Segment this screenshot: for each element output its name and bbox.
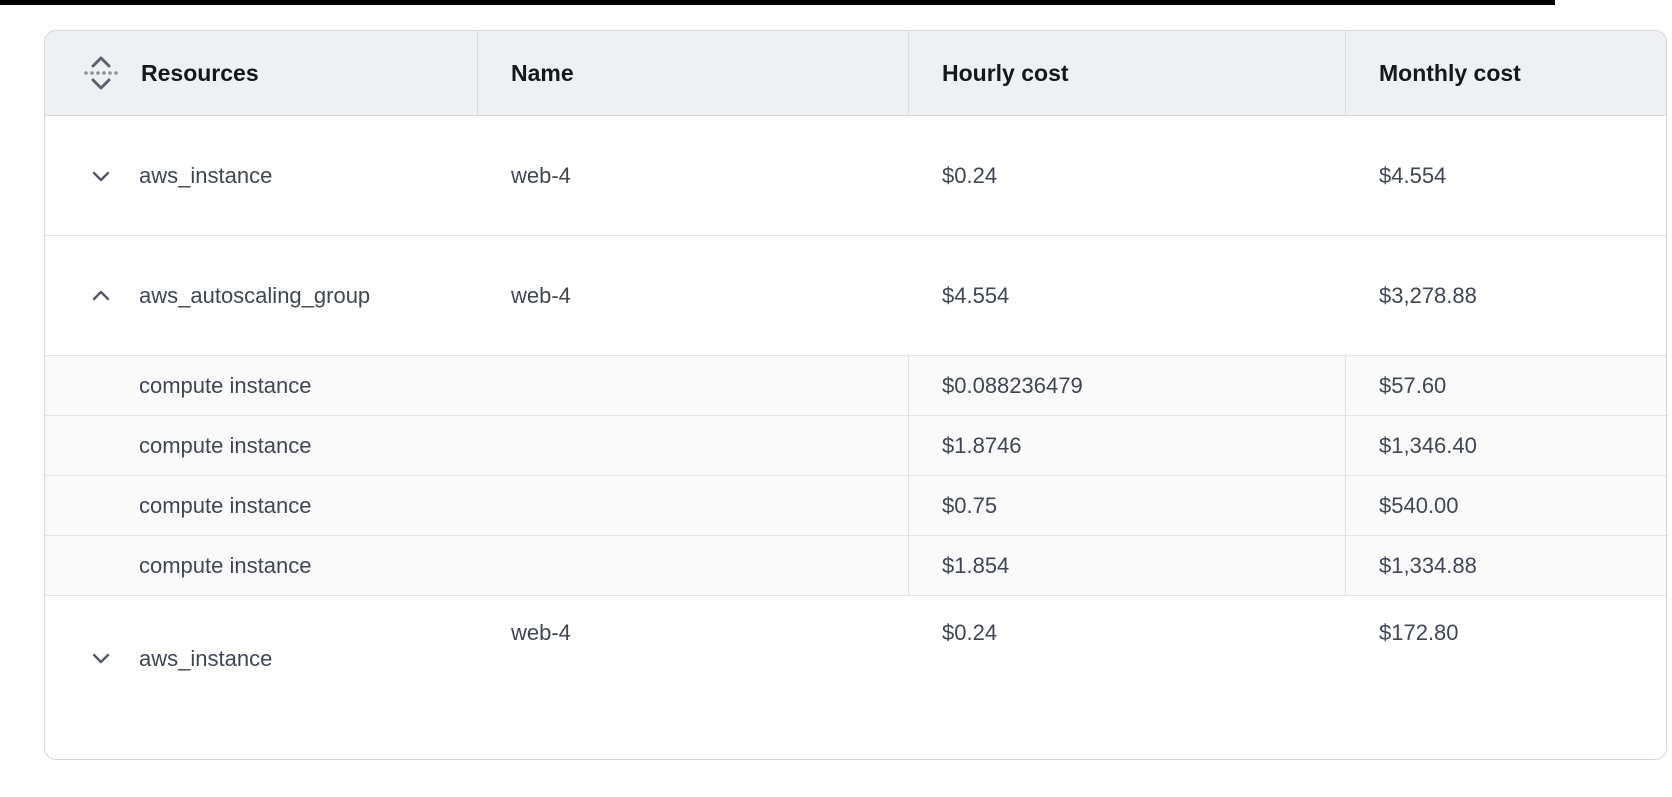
column-label-monthly-cost: Monthly cost [1379,60,1521,87]
hourly-cost-value: $1.8746 [942,433,1022,459]
resource-label: aws_instance [139,163,272,189]
name-value: web-4 [511,163,571,189]
monthly-cost-value: $540.00 [1379,493,1459,519]
name-cell: web-4 [478,236,909,355]
sub-resource-row[interactable]: compute instance $0.088236479 $57.60 [45,356,1666,416]
table-header-row: Resources Name Hourly cost Monthly cost [45,31,1666,116]
resource-cell: aws_autoscaling_group [45,236,478,355]
table-row[interactable]: aws_instance web-4 $0.24 $172.80 [45,596,1666,760]
chevron-down-icon[interactable] [89,646,113,670]
hourly-cost-cell: $0.24 [909,596,1346,760]
drag-reorder-icon[interactable] [83,53,119,93]
hourly-cost-value: $4.554 [942,283,1009,309]
name-value: web-4 [511,620,571,646]
header-cell-hourly-cost[interactable]: Hourly cost [909,31,1346,115]
header-cell-resources[interactable]: Resources [45,31,478,115]
sub-resource-cell: compute instance [45,356,909,415]
monthly-cost-value: $4.554 [1379,163,1446,189]
monthly-cost-cell: $3,278.88 [1346,236,1666,355]
hourly-cost-value: $0.088236479 [942,373,1083,399]
sub-resource-row[interactable]: compute instance $1.854 $1,334.88 [45,536,1666,596]
sub-resource-cell: compute instance [45,476,909,535]
sub-resource-label: compute instance [139,493,311,519]
sub-resource-row[interactable]: compute instance $0.75 $540.00 [45,476,1666,536]
cost-breakdown-table: Resources Name Hourly cost Monthly cost … [44,30,1667,760]
monthly-cost-value: $3,278.88 [1379,283,1477,309]
table-row[interactable]: aws_instance web-4 $0.24 $4.554 [45,116,1666,236]
column-label-name: Name [511,60,574,87]
resource-label: aws_autoscaling_group [139,283,370,309]
monthly-cost-cell: $57.60 [1345,356,1666,415]
monthly-cost-cell: $1,346.40 [1345,416,1666,475]
monthly-cost-value: $1,346.40 [1379,433,1477,459]
sub-resource-row[interactable]: compute instance $1.8746 $1,346.40 [45,416,1666,476]
sub-resource-label: compute instance [139,553,311,579]
column-label-resources: Resources [141,60,259,87]
sub-resource-cell: compute instance [45,416,909,475]
monthly-cost-value: $172.80 [1379,620,1459,646]
resource-cell: aws_instance [45,596,478,760]
hourly-cost-cell: $0.75 [908,476,1346,535]
chevron-down-icon[interactable] [89,164,113,188]
monthly-cost-value: $57.60 [1379,373,1446,399]
hourly-cost-cell: $0.24 [909,116,1346,235]
name-cell: web-4 [478,596,909,760]
column-label-hourly-cost: Hourly cost [942,60,1069,87]
monthly-cost-cell: $4.554 [1346,116,1666,235]
resource-label: aws_instance [139,646,272,672]
chevron-up-icon[interactable] [89,284,113,308]
hourly-cost-value: $0.24 [942,163,997,189]
sub-resource-label: compute instance [139,373,311,399]
hourly-cost-cell: $1.8746 [908,416,1346,475]
sub-resource-label: compute instance [139,433,311,459]
monthly-cost-cell: $540.00 [1345,476,1666,535]
header-cell-monthly-cost[interactable]: Monthly cost [1346,31,1666,115]
table-row[interactable]: aws_autoscaling_group web-4 $4.554 $3,27… [45,236,1666,356]
hourly-cost-value: $1.854 [942,553,1009,579]
sub-resource-cell: compute instance [45,536,909,595]
monthly-cost-value: $1,334.88 [1379,553,1477,579]
monthly-cost-cell: $172.80 [1346,596,1666,760]
name-value: web-4 [511,283,571,309]
hourly-cost-cell: $0.088236479 [908,356,1346,415]
name-cell: web-4 [478,116,909,235]
hourly-cost-value: $0.24 [942,620,997,646]
resource-cell: aws_instance [45,116,478,235]
page-top-bar [0,0,1555,5]
monthly-cost-cell: $1,334.88 [1345,536,1666,595]
header-cell-name[interactable]: Name [478,31,909,115]
hourly-cost-value: $0.75 [942,493,997,519]
hourly-cost-cell: $4.554 [909,236,1346,355]
hourly-cost-cell: $1.854 [908,536,1346,595]
